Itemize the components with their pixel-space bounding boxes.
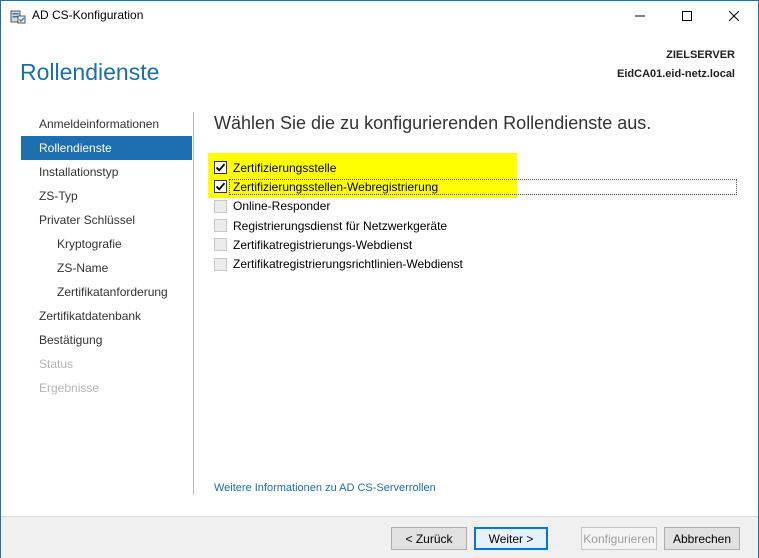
title-bar[interactable]: AD CS-Konfiguration — [1, 1, 758, 31]
close-icon — [729, 11, 739, 21]
nav-item-rollendienste[interactable]: Rollendienste — [21, 136, 192, 160]
page-title: Rollendienste — [20, 59, 160, 85]
next-button[interactable]: Weiter > — [474, 527, 548, 550]
window-title: AD CS-Konfiguration — [32, 8, 144, 22]
service-enrollment-policy-webservice[interactable]: Zertifikatregistrierungsrichtlinien-Webd… — [214, 254, 463, 273]
checkbox-enrollment-webservice[interactable] — [214, 238, 227, 252]
checkmark-icon — [215, 163, 226, 172]
checkbox-enrollment-policy-webservice[interactable] — [214, 257, 227, 271]
minimize-icon — [635, 15, 645, 17]
service-label: Zertifikatregistrierungsrichtlinien-Webd… — [233, 257, 463, 272]
nav-item-bestaetigung[interactable]: Bestätigung — [21, 328, 192, 352]
back-button[interactable]: < Zurück — [391, 527, 467, 550]
minimize-button[interactable] — [617, 1, 663, 31]
nav-divider — [193, 112, 194, 495]
nav-item-zertifikatdatenbank[interactable]: Zertifikatdatenbank — [21, 304, 192, 328]
maximize-button[interactable] — [664, 1, 710, 31]
page-header: Rollendienste ZIELSERVER EidCA01.eid-net… — [1, 31, 758, 101]
checkbox-webregistrierung[interactable] — [214, 180, 227, 194]
service-label: Registrierungsdienst für Netzwerkgeräte — [233, 218, 448, 233]
target-server-label: ZIELSERVER — [666, 49, 735, 61]
checkbox-zertifizierungsstelle[interactable] — [214, 161, 227, 175]
nav-item-zertifikatanforderung[interactable]: Zertifikatanforderung — [21, 280, 192, 304]
service-label: Zertifizierungsstelle — [233, 160, 337, 175]
nav-item-installationstyp[interactable]: Installationstyp — [21, 160, 192, 184]
configure-button[interactable]: Konfigurieren — [581, 527, 657, 550]
service-label: Zertifizierungsstellen-Webregistrierung — [233, 179, 439, 194]
nav-item-privater-schluessel[interactable]: Privater Schlüssel — [21, 208, 192, 232]
nav-item-ergebnisse: Ergebnisse — [39, 381, 100, 395]
server-config-icon — [10, 8, 26, 24]
service-webregistrierung[interactable]: Zertifizierungsstellen-Webregistrierung — [214, 177, 463, 196]
checkbox-online-responder[interactable] — [214, 199, 227, 213]
service-enrollment-webservice[interactable]: Zertifikatregistrierungs-Webdienst — [214, 235, 463, 254]
close-button[interactable] — [711, 1, 757, 31]
service-zertifizierungsstelle[interactable]: Zertifizierungsstelle — [214, 158, 463, 177]
maximize-icon — [682, 11, 692, 21]
config-window: AD CS-Konfiguration Rollendienste ZIELSE… — [0, 0, 759, 558]
service-ndes[interactable]: Registrierungsdienst für Netzwerkgeräte — [214, 216, 463, 235]
nav-item-kryptografie[interactable]: Kryptografie — [21, 232, 192, 256]
nav-item-status: Status — [39, 357, 74, 371]
target-server-name: EidCA01.eid-netz.local — [617, 68, 735, 80]
checkbox-ndes[interactable] — [214, 219, 227, 233]
cancel-button[interactable]: Abbrechen — [664, 527, 740, 550]
wizard-nav: Anmeldeinformationen Rollendienste Insta… — [21, 112, 192, 400]
nav-item-zs-typ[interactable]: ZS-Typ — [21, 184, 192, 208]
content-heading: Wählen Sie die zu konfigurierenden Rolle… — [214, 113, 652, 133]
wizard-footer: < Zurück Weiter > Konfigurieren Abbreche… — [1, 516, 758, 558]
service-online-responder[interactable]: Online-Responder — [214, 197, 463, 216]
role-services-list: Zertifizierungsstelle Zertifizierungsste… — [214, 158, 463, 274]
checkmark-icon — [215, 183, 226, 192]
service-label: Online-Responder — [233, 199, 331, 214]
more-info-link[interactable]: Weitere Informationen zu AD CS-Serverrol… — [214, 482, 436, 494]
service-label: Zertifikatregistrierungs-Webdienst — [233, 237, 413, 252]
nav-item-anmeldeinformationen[interactable]: Anmeldeinformationen — [21, 112, 192, 136]
nav-item-zs-name[interactable]: ZS-Name — [21, 256, 192, 280]
